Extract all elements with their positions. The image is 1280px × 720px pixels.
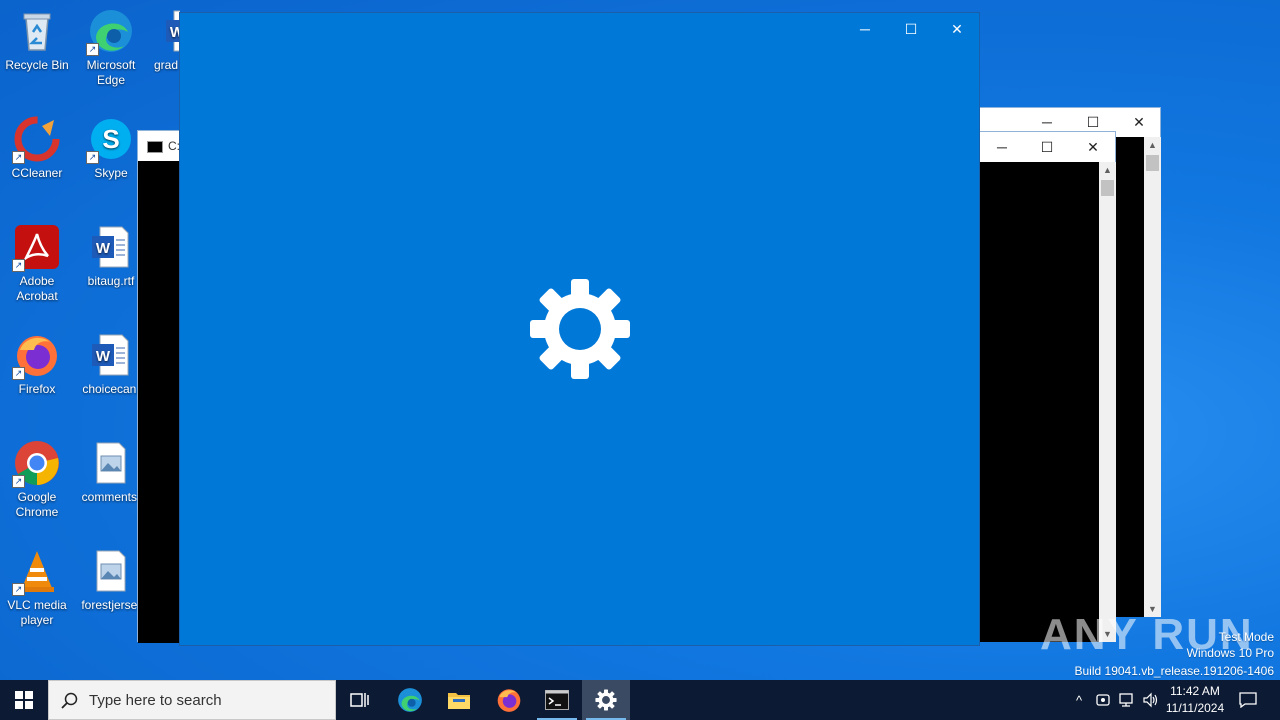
firefox-icon [497, 689, 521, 712]
taskbar: Type here to search ^ 11:42 AM 11/11/202… [0, 680, 1280, 720]
action-center-button[interactable] [1234, 680, 1262, 720]
windows-logo-icon [15, 691, 33, 709]
settings-window[interactable]: ─ ☐ ✕ [179, 12, 980, 646]
desktop-icon-label: Google Chrome [15, 490, 59, 519]
gear-icon [595, 689, 617, 711]
shortcut-arrow-icon: ↗ [12, 259, 25, 272]
vertical-scrollbar[interactable]: ▲ ▼ [1099, 162, 1116, 642]
desktop-icon-label: Firefox [18, 382, 56, 396]
notification-icon [1239, 692, 1257, 708]
build-label: Build 19041.vb_release.191206-1406 [1074, 664, 1275, 678]
taskbar-firefox-button[interactable] [485, 680, 533, 720]
word-document-icon: W [88, 224, 134, 270]
start-button[interactable] [0, 680, 48, 720]
skype-icon: S ↗ [86, 116, 134, 164]
minimize-icon[interactable]: ─ [979, 133, 1025, 161]
shortcut-arrow-icon: ↗ [12, 367, 25, 380]
console-icon [147, 141, 163, 153]
search-icon [61, 692, 78, 709]
command-prompt-icon [545, 690, 569, 710]
vlc-icon: ↗ [12, 548, 60, 596]
meet-now-button[interactable] [1092, 680, 1114, 720]
volume-button[interactable] [1140, 680, 1162, 720]
maximize-icon[interactable]: ☐ [1024, 133, 1070, 161]
shortcut-arrow-icon: ↗ [12, 583, 25, 596]
taskbar-settings-button[interactable] [582, 680, 630, 720]
minimize-icon[interactable]: ─ [842, 15, 888, 43]
taskbar-cmd-button[interactable] [533, 680, 581, 720]
maximize-icon[interactable]: ☐ [888, 15, 934, 43]
edge-icon [398, 688, 422, 712]
svg-text:S: S [102, 124, 119, 154]
desktop-icon-grad[interactable]: W grad [148, 8, 180, 73]
scroll-up-icon[interactable]: ▲ [1099, 162, 1116, 178]
scroll-thumb[interactable] [1146, 155, 1159, 171]
chevron-up-icon: ^ [1075, 692, 1083, 708]
shortcut-arrow-icon: ↗ [12, 475, 25, 488]
edge-icon: ↗ [86, 8, 134, 56]
desktop-icon-label: Recycle Bin [5, 58, 69, 72]
windows-edition-label: Windows 10 Pro [1186, 646, 1274, 660]
word-document-icon: W [162, 8, 180, 54]
recycle-bin-icon [14, 8, 60, 54]
desktop-icon-adobe-acrobat[interactable]: ↗ Adobe Acrobat [0, 224, 74, 304]
gear-icon [530, 279, 630, 379]
desktop-icon-label: Microsoft Edge [86, 58, 136, 87]
folder-icon [448, 693, 470, 709]
ccleaner-icon: ↗ [12, 116, 60, 164]
shortcut-arrow-icon: ↗ [12, 151, 25, 164]
desktop-icon-microsoft-edge[interactable]: ↗ Microsoft Edge [74, 8, 148, 88]
vertical-scrollbar[interactable]: ▲ ▼ [1144, 137, 1161, 617]
desktop-icon-recycle-bin[interactable]: Recycle Bin [0, 8, 74, 73]
close-icon[interactable]: ✕ [934, 15, 980, 43]
close-icon[interactable]: ✕ [1116, 108, 1162, 136]
close-icon[interactable]: ✕ [1070, 133, 1116, 161]
show-hidden-icons-button[interactable]: ^ [1068, 680, 1090, 720]
desktop-icon-vlc[interactable]: ↗ VLC media player [0, 548, 74, 628]
console-window-right-inner[interactable]: ─ ☐ ✕ ▲ ▼ [960, 131, 1116, 642]
shortcut-arrow-icon: ↗ [86, 151, 99, 164]
desktop-icon-label: VLC media player [7, 598, 67, 627]
taskbar-edge-button[interactable] [386, 680, 434, 720]
desktop-icon-label: Adobe Acrobat [16, 274, 58, 303]
network-icon [1119, 693, 1133, 707]
task-view-icon [350, 693, 369, 707]
speaker-icon [1143, 692, 1158, 708]
image-file-icon [88, 548, 134, 594]
taskbar-clock[interactable]: 11:42 AM 11/11/2024 [1162, 683, 1228, 717]
desktop-icon-firefox[interactable]: ↗ Firefox [0, 332, 74, 397]
image-file-icon [88, 440, 134, 486]
chrome-icon: ↗ [12, 440, 60, 488]
test-mode-label: Test Mode [1218, 630, 1274, 644]
network-button[interactable] [1116, 680, 1138, 720]
shortcut-arrow-icon: ↗ [86, 43, 99, 56]
meet-now-icon [1096, 694, 1110, 706]
firefox-icon: ↗ [12, 332, 60, 380]
word-document-icon: W [88, 332, 134, 378]
taskbar-file-explorer-button[interactable] [435, 680, 483, 720]
console-titlebar[interactable]: ─ ☐ ✕ [961, 132, 1115, 162]
taskbar-search-box[interactable]: Type here to search [48, 680, 336, 720]
desktop-icon-label: grad [154, 58, 179, 72]
svg-text:W: W [96, 240, 111, 257]
scroll-up-icon[interactable]: ▲ [1144, 137, 1161, 153]
console-output[interactable] [961, 162, 1099, 642]
desktop-icon-google-chrome[interactable]: ↗ Google Chrome [0, 440, 74, 520]
scroll-thumb[interactable] [1101, 180, 1114, 196]
adobe-acrobat-icon: ↗ [12, 224, 60, 272]
clock-time: 11:42 AM [1170, 684, 1220, 698]
svg-text:W: W [96, 348, 111, 365]
task-view-button[interactable] [336, 680, 384, 720]
clock-date: 11/11/2024 [1165, 701, 1225, 715]
search-placeholder: Type here to search [89, 692, 222, 709]
desktop-icon-ccleaner[interactable]: ↗ CCleaner [0, 116, 74, 181]
desktop-icon-label: CCleaner [11, 166, 63, 180]
